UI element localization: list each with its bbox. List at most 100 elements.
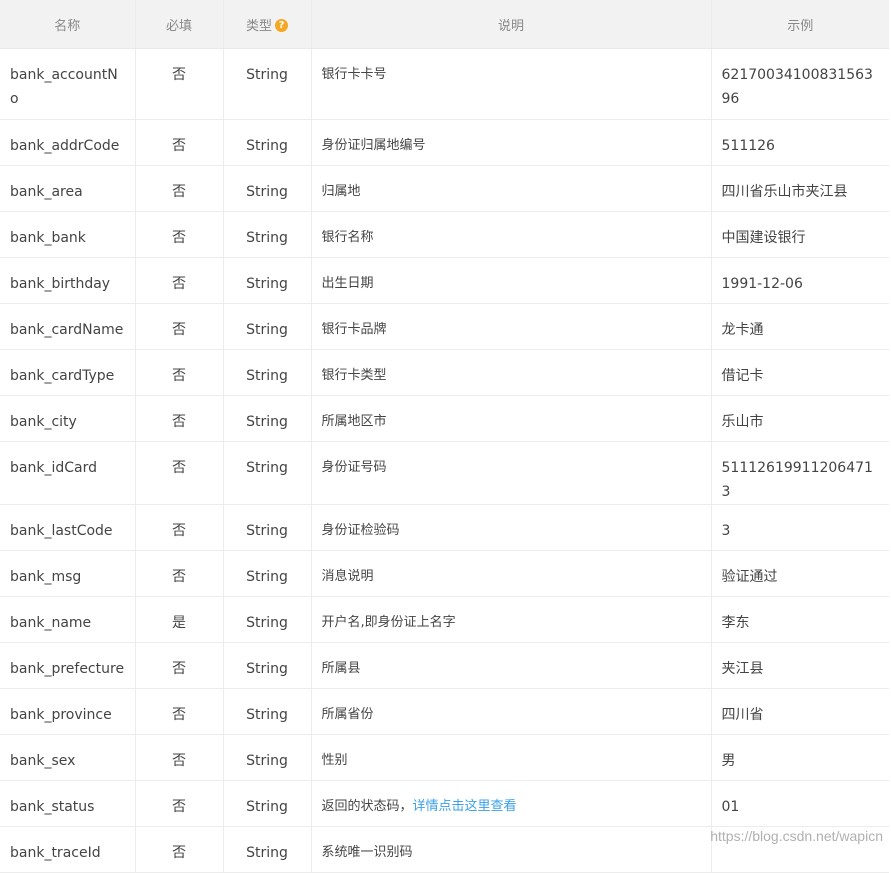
type-cell: String xyxy=(222,48,311,120)
header-name: 名称 xyxy=(0,0,135,49)
description-cell: 身份证号码 xyxy=(310,441,711,505)
param-name-cell: bank_bank xyxy=(0,211,135,258)
table-row: bank_sex 否 String 性别男 xyxy=(0,734,889,781)
status-details-link[interactable]: 详情点击这里查看 xyxy=(413,799,517,814)
table-row: bank_addrCode 否 String 身份证归属地编号 511126 xyxy=(0,119,889,166)
table-row: bank_cardName 否 String 银行卡品牌 龙卡通 xyxy=(0,303,889,350)
description-cell: 开户名,即身份证上名字 xyxy=(310,596,711,643)
type-cell: String xyxy=(222,734,311,781)
example-cell: 借记卡 xyxy=(710,349,889,396)
example-cell: 中国建设银行 xyxy=(710,211,889,258)
description-text: 返回的状态码， xyxy=(321,799,413,814)
header-example: 示例 xyxy=(710,0,889,49)
required-cell: 否 xyxy=(134,48,223,120)
required-cell: 否 xyxy=(134,642,223,689)
example-cell: 四川省 xyxy=(710,688,889,735)
header-type-label: 类型 xyxy=(245,18,272,34)
header-description: 说明 xyxy=(310,0,711,49)
example-cell: 01 xyxy=(710,780,889,827)
header-type: 类型? xyxy=(222,0,311,49)
description-cell: 性别 xyxy=(310,734,711,781)
table-row: bank_city 否 String 所属地区市 乐山市 xyxy=(0,395,889,442)
required-cell: 否 xyxy=(134,441,223,505)
description-cell: 身份证归属地编号 xyxy=(310,119,711,166)
type-cell: String xyxy=(222,826,311,873)
example-cell: 1991-12-06 xyxy=(710,257,889,304)
params-table: 名称 必填 类型? 说明 示例 bank_accountNo 否 String 银行卡… xyxy=(0,0,889,873)
param-name-cell: bank_accountNo xyxy=(0,48,135,120)
example-cell: 6217003410083156396 xyxy=(710,48,889,120)
description-cell: 银行卡品牌 xyxy=(310,303,711,350)
required-cell: 否 xyxy=(134,165,223,212)
type-cell: String xyxy=(222,119,311,166)
description-cell: 银行卡卡号 xyxy=(310,48,711,120)
table-row: bank_status 否 String 返回的状态码，详情点击这里查看 01 xyxy=(0,780,889,827)
type-cell: String xyxy=(222,596,311,643)
table-row: bank_province 否 String 所属省份 四川省 xyxy=(0,688,889,735)
watermark: https://blog.csdn.net/wapicn xyxy=(710,828,883,844)
type-cell: String xyxy=(222,395,311,442)
table-row: bank_prefecture 否 String 所属县 夹江县 xyxy=(0,642,889,689)
type-cell: String xyxy=(222,257,311,304)
param-name-cell: bank_cardType xyxy=(0,349,135,396)
param-name-cell: bank_msg xyxy=(0,550,135,597)
description-cell: 系统唯一识别码 xyxy=(310,826,711,873)
required-cell: 否 xyxy=(134,688,223,735)
param-name-cell: bank_name xyxy=(0,596,135,643)
description-cell: 消息说明 xyxy=(310,550,711,597)
example-cell: 李东 xyxy=(710,596,889,643)
description-cell: 所属地区市 xyxy=(310,395,711,442)
example-cell: 男 xyxy=(710,734,889,781)
description-cell: 身份证检验码 xyxy=(310,504,711,551)
table-row: bank_accountNo 否 String 银行卡卡号 62170034100831… xyxy=(0,48,889,120)
table-row: bank_idCard 否 String 身份证号码 51112619911206471… xyxy=(0,441,889,505)
example-cell: 验证通过 xyxy=(710,550,889,597)
table-row: bank_birthday 否 String 出生日期 1991-12-06 xyxy=(0,257,889,304)
required-cell: 否 xyxy=(134,211,223,258)
param-name-cell: bank_sex xyxy=(0,734,135,781)
type-cell: String xyxy=(222,165,311,212)
required-cell: 否 xyxy=(134,550,223,597)
description-cell: 银行卡类型 xyxy=(310,349,711,396)
example-cell: 511126199112064713 xyxy=(710,441,889,505)
description-cell: 出生日期 xyxy=(310,257,711,304)
type-cell: String xyxy=(222,504,311,551)
param-name-cell: bank_traceId xyxy=(0,826,135,873)
param-name-cell: bank_area xyxy=(0,165,135,212)
type-cell: String xyxy=(222,688,311,735)
type-cell: String xyxy=(222,441,311,505)
table-row: bank_msg 否 String 消息说明 验证通过 xyxy=(0,550,889,597)
table-row: bank_lastCode 否 String 身份证检验码 3 xyxy=(0,504,889,551)
example-cell: 夹江县 xyxy=(710,642,889,689)
example-cell: 乐山市 xyxy=(710,395,889,442)
table-header-row: 名称 必填 类型? 说明 示例 xyxy=(0,0,889,49)
table-row: bank_bank 否 String 银行名称 中国建设银行 xyxy=(0,211,889,258)
param-name-cell: bank_status xyxy=(0,780,135,827)
table-row: bank_area 否 String 归属地 四川省乐山市夹江县 xyxy=(0,165,889,212)
param-name-cell: bank_idCard xyxy=(0,441,135,505)
header-required: 必填 xyxy=(134,0,223,49)
description-cell: 银行名称 xyxy=(310,211,711,258)
example-cell: 511126 xyxy=(710,119,889,166)
required-cell: 否 xyxy=(134,349,223,396)
required-cell: 是 xyxy=(134,596,223,643)
param-name-cell: bank_addrCode xyxy=(0,119,135,166)
table-row: bank_cardType 否 String 银行卡类型 借记卡 xyxy=(0,349,889,396)
help-icon[interactable]: ? xyxy=(275,18,288,32)
param-name-cell: bank_province xyxy=(0,688,135,735)
required-cell: 否 xyxy=(134,303,223,350)
required-cell: 否 xyxy=(134,826,223,873)
required-cell: 否 xyxy=(134,257,223,304)
example-cell: 四川省乐山市夹江县 xyxy=(710,165,889,212)
type-cell: String xyxy=(222,550,311,597)
description-cell: 所属县 xyxy=(310,642,711,689)
param-name-cell: bank_prefecture xyxy=(0,642,135,689)
param-name-cell: bank_lastCode xyxy=(0,504,135,551)
description-cell: 返回的状态码，详情点击这里查看 xyxy=(310,780,711,827)
required-cell: 否 xyxy=(134,119,223,166)
type-cell: String xyxy=(222,303,311,350)
type-cell: String xyxy=(222,211,311,258)
required-cell: 否 xyxy=(134,504,223,551)
required-cell: 否 xyxy=(134,780,223,827)
example-cell: 3 xyxy=(710,504,889,551)
